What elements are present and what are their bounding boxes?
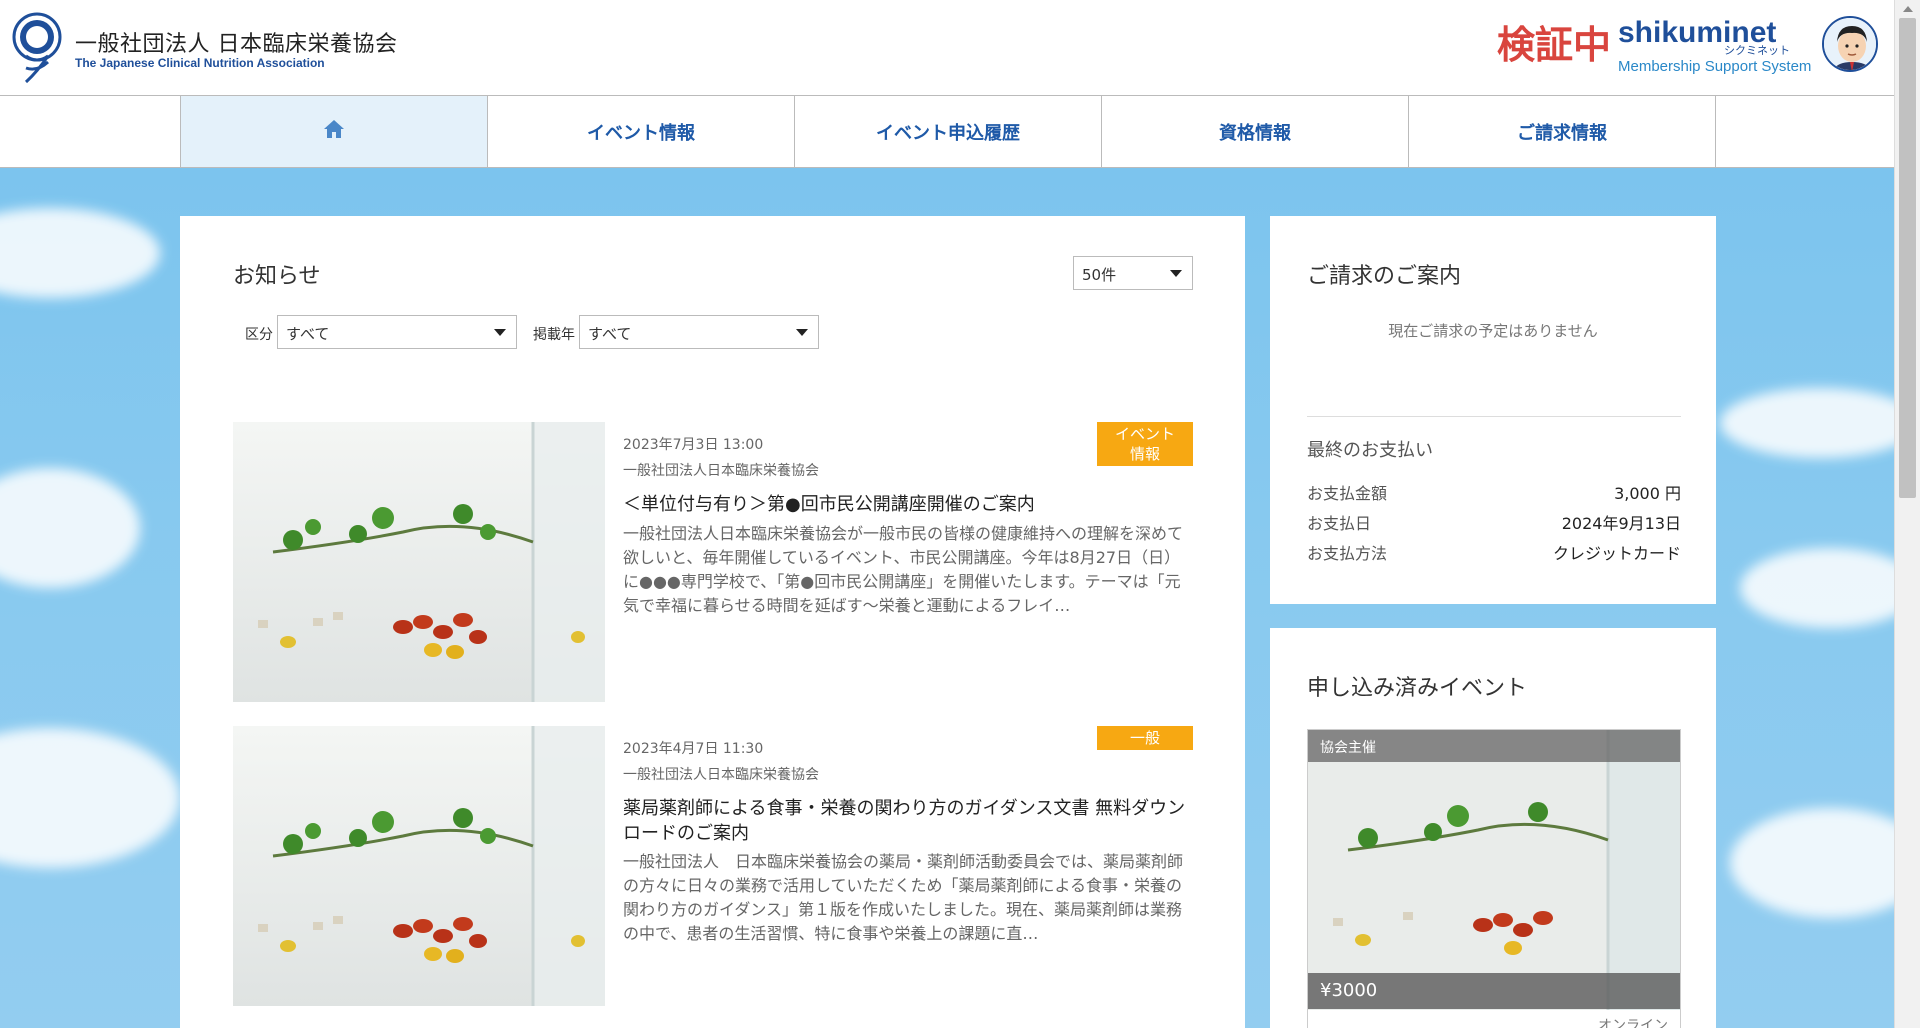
notice-org: 一般社団法人日本臨床栄養協会 (623, 767, 819, 783)
chevron-down-icon (494, 329, 506, 336)
org-name-en: The Japanese Clinical Nutrition Associat… (75, 56, 325, 70)
registered-events-panel: 申し込み済みイベント 協会主催 ¥3000 オンライン (1270, 628, 1716, 1028)
site-header: 一般社団法人 日本臨床栄養協会 The Japanese Clinical Nu… (0, 0, 1894, 96)
notice-date: 2023年7月3日 13:00 (623, 437, 764, 453)
notice-item[interactable]: 2023年7月3日 13:00 一般社団法人日本臨床栄養協会 イベント 情報 ＜… (233, 422, 1193, 702)
scroll-thumb[interactable] (1899, 18, 1916, 498)
notice-org: 一般社団法人日本臨床栄養協会 (623, 463, 819, 479)
notice-excerpt: 一般社団法人 日本臨床栄養協会の薬局・薬剤師活動委員会では、薬局薬剤師の方々に日… (623, 852, 1184, 943)
payment-method-value: クレジットカード (1552, 544, 1681, 563)
event-mode: オンライン (1598, 1018, 1668, 1028)
page-scrollbar[interactable] (1894, 0, 1920, 1028)
count-select[interactable]: 50件 (1073, 256, 1193, 290)
year-select[interactable]: すべて (579, 315, 819, 349)
notices-title: お知らせ (233, 264, 321, 289)
notice-item[interactable]: 2023年4月7日 11:30 一般社団法人日本臨床栄養協会 一般 薬局薬剤師に… (233, 726, 1193, 1006)
scroll-up-icon[interactable] (1903, 6, 1913, 12)
category-badge: イベント 情報 (1097, 422, 1193, 466)
nav-home[interactable] (180, 96, 487, 167)
billing-panel: ご請求のご案内 現在ご請求の予定はありません 最終のお支払い お支払金額 3,0… (1270, 216, 1716, 604)
notice-date: 2023年4月7日 11:30 (623, 741, 764, 757)
notices-panel: お知らせ 50件 区分 すべて 掲載年 すべて 2023年7月3日 13:00 … (180, 216, 1245, 1028)
category-select-value: すべて (286, 325, 330, 343)
category-badge: 一般 (1097, 726, 1193, 750)
nav-qualification[interactable]: 資格情報 (1101, 96, 1408, 167)
event-card[interactable]: 協会主催 ¥3000 オンライン (1307, 729, 1681, 1028)
category-label: 区分 (245, 327, 273, 343)
billing-empty-message: 現在ご請求の予定はありません (1388, 322, 1598, 340)
nav-billing[interactable]: ご請求情報 (1408, 96, 1716, 167)
chevron-down-icon (796, 329, 808, 336)
nav-event-info[interactable]: イベント情報 (487, 96, 794, 167)
divider (1307, 416, 1681, 417)
payment-date-label: お支払日 (1307, 514, 1372, 533)
notice-thumbnail[interactable] (233, 422, 605, 702)
payment-amount-label: お支払金額 (1307, 484, 1388, 503)
payment-amount-value: 3,000 円 (1614, 484, 1681, 503)
main-nav: イベント情報 イベント申込履歴 資格情報 ご請求情報 (0, 96, 1894, 168)
user-avatar[interactable] (1822, 16, 1878, 72)
year-select-value: すべて (588, 325, 632, 343)
notice-title[interactable]: 薬局薬剤師による食事・栄養の関わり方のガイダンス文書 無料ダウンロードのご案内 (623, 796, 1193, 846)
event-price: ¥3000 (1308, 973, 1680, 1009)
home-icon (323, 119, 345, 144)
year-label: 掲載年 (533, 327, 575, 343)
event-category: 協会主催 (1308, 730, 1680, 762)
last-payment-title: 最終のお支払い (1307, 440, 1433, 461)
system-brand-kana: シクミネット (1724, 44, 1790, 57)
notice-title[interactable]: ＜単位付与有り＞第●回市民公開講座開催のご案内 (623, 492, 1193, 517)
notice-excerpt: 一般社団法人日本臨床栄養協会が一般市民の皆様の健康維持への理解を深めて欲しいと、… (623, 524, 1184, 615)
count-select-value: 50件 (1082, 266, 1117, 284)
chevron-down-icon (1170, 270, 1182, 277)
nav-event-history[interactable]: イベント申込履歴 (794, 96, 1101, 167)
payment-method-label: お支払方法 (1307, 544, 1388, 563)
association-logo[interactable] (12, 12, 62, 84)
verification-label: 検証中 (1497, 23, 1612, 67)
system-tagline: Membership Support System (1618, 58, 1812, 75)
category-select[interactable]: すべて (277, 315, 517, 349)
notice-thumbnail[interactable] (233, 726, 605, 1006)
billing-title: ご請求のご案内 (1307, 264, 1462, 289)
payment-date-value: 2024年9月13日 (1561, 514, 1681, 533)
org-name: 一般社団法人 日本臨床栄養協会 (75, 32, 398, 57)
events-title: 申し込み済みイベント (1307, 676, 1528, 701)
